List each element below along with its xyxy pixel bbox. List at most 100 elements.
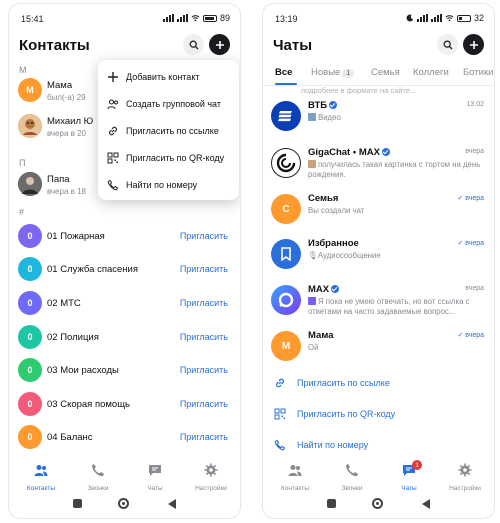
wifi-icon — [445, 15, 454, 22]
gigachat-logo-icon — [276, 153, 296, 173]
chat-name: ВТБ — [308, 100, 338, 111]
max-logo-icon — [278, 292, 294, 308]
avatar — [271, 148, 301, 178]
recents-button[interactable] — [73, 499, 82, 508]
chat-time: ✓ вчера — [457, 240, 484, 247]
contact-row[interactable]: 0 02 Полиция Пригласить — [9, 321, 240, 353]
chat-preview: Я пока не умею отвечать, но вот ссылка с… — [308, 297, 470, 316]
menu-item-invite-qr[interactable]: Пригласить по QR-коду — [98, 145, 239, 171]
chat-item[interactable]: GigaChat • MAX вчера получилась такая ка… — [263, 141, 494, 187]
chats-screen: 13:19 32 Чаты Все Новые 1 Семья Коллеги Б… — [262, 3, 495, 519]
contact-row[interactable]: 0 01 Служба спасения Пригласить — [9, 253, 240, 285]
menu-item-label: Создать групповой чат — [126, 99, 221, 109]
avatar — [271, 101, 301, 131]
status-bar: 13:19 32 — [263, 4, 494, 26]
menu-item-add-contact[interactable]: Добавить контакт — [98, 64, 239, 90]
back-button[interactable] — [168, 499, 176, 509]
nav-label: Контакты — [280, 485, 310, 492]
avatar: 0 — [18, 358, 42, 382]
section-letter: П — [19, 158, 26, 168]
partially-visible-text: подробнее в формате на сайте... — [301, 86, 417, 94]
chat-item[interactable]: Избранное ✓ вчера 🎙Аудиосообщение — [263, 232, 494, 278]
invite-button[interactable]: Пригласить — [180, 432, 228, 442]
invite-button[interactable]: Пригласить — [180, 231, 228, 241]
home-button[interactable] — [118, 498, 129, 509]
invite-qr-action[interactable]: Пригласить по QR-коду — [263, 403, 494, 425]
battery-icon — [456, 14, 471, 22]
tab-colleagues[interactable]: Коллеги — [413, 67, 449, 78]
invite-link-action[interactable]: Пригласить по ссылке — [263, 372, 494, 394]
qr-icon — [107, 152, 119, 164]
nav-chats[interactable]: 1 Чаты — [380, 460, 438, 492]
chat-filter-tabs: Все Новые 1 Семья Коллеги Ботики — [263, 64, 494, 86]
contact-row[interactable]: 0 03 Мои расходы Пригласить — [9, 354, 240, 386]
menu-item-find-by-number[interactable]: Найти по номеру — [98, 172, 239, 198]
app-header: Контакты — [19, 34, 230, 58]
contact-row[interactable]: 0 04 Баланс Пригласить — [9, 421, 240, 453]
contact-row[interactable]: 0 01 Пожарная Пригласить — [9, 220, 240, 252]
nav-calls[interactable]: Звонки — [69, 461, 127, 492]
menu-item-label: Добавить контакт — [126, 72, 200, 82]
search-icon — [443, 40, 452, 49]
nav-label: Звонки — [87, 485, 109, 492]
avatar: М — [271, 331, 301, 361]
nav-settings[interactable]: Настройки — [182, 461, 240, 492]
invite-button[interactable]: Пригласить — [180, 399, 228, 409]
chat-item[interactable]: MAX вчера Я пока не умею отвечать, но во… — [263, 278, 494, 324]
chat-item[interactable]: М Мама ✓ вчера Ой — [263, 324, 494, 370]
tab-bots[interactable]: Ботики — [463, 67, 493, 78]
add-button[interactable] — [209, 34, 230, 55]
tab-all[interactable]: Все — [275, 67, 292, 78]
menu-item-create-group[interactable]: Создать групповой чат — [98, 91, 239, 117]
tab-family[interactable]: Семья — [371, 67, 400, 78]
back-button[interactable] — [422, 499, 430, 509]
menu-item-invite-link[interactable]: Пригласить по ссылке — [98, 118, 239, 144]
nav-contacts[interactable]: Контакты — [12, 461, 70, 492]
verified-icon — [331, 285, 340, 293]
section-letter: # — [19, 207, 25, 217]
chat-name: Избранное — [308, 238, 359, 249]
unread-badge: 1 — [342, 69, 355, 78]
chat-item[interactable]: ВТБ 13:02 Видео — [263, 94, 494, 140]
home-button[interactable] — [372, 498, 383, 509]
contact-row[interactable]: 0 02 МТС Пригласить — [9, 287, 240, 319]
search-button[interactable] — [183, 34, 204, 55]
invite-button[interactable]: Пригласить — [180, 332, 228, 342]
tab-new[interactable]: Новые 1 — [311, 67, 355, 78]
contact-row[interactable]: 0 03 Скорая помощь Пригласить — [9, 388, 240, 420]
contacts-screen: 15:41 89 Контакты М М Мама был(-а) 29 Ми… — [8, 3, 241, 519]
contact-name: 01 Служба спасения — [47, 264, 138, 275]
invite-button[interactable]: Пригласить — [180, 365, 228, 375]
find-by-number-action[interactable]: Найти по номеру — [263, 434, 494, 456]
chat-name: Семья — [308, 193, 339, 204]
chat-item[interactable]: С Семья ✓ вчера Вы создали чат — [263, 187, 494, 233]
add-button[interactable] — [463, 34, 484, 55]
nav-label: Чаты — [147, 485, 163, 492]
nav-calls[interactable]: Звонки — [323, 461, 381, 492]
tab-label: Новые — [311, 67, 341, 78]
call-icon — [92, 464, 104, 477]
contact-last-seen: был(-а) 29 — [47, 93, 86, 102]
verified-icon — [381, 148, 390, 156]
nav-contacts[interactable]: Контакты — [266, 461, 324, 492]
signal-icon — [176, 14, 188, 22]
system-nav — [9, 496, 240, 512]
invite-button[interactable]: Пригласить — [180, 264, 228, 274]
contact-name: Мама — [47, 80, 73, 91]
verified-icon — [329, 101, 338, 109]
plus-icon — [108, 72, 118, 82]
nav-settings[interactable]: Настройки — [436, 461, 494, 492]
qr-icon — [274, 408, 286, 420]
chat-name: MAX — [308, 284, 340, 295]
recents-button[interactable] — [327, 499, 336, 508]
contact-name: 02 Полиция — [47, 332, 99, 343]
search-button[interactable] — [437, 34, 458, 55]
phone-icon — [107, 179, 119, 191]
media-thumbnail — [308, 160, 316, 168]
chat-time: ✓ вчера — [457, 332, 484, 339]
contact-last-seen: вчера в 20 — [47, 129, 86, 138]
invite-button[interactable]: Пригласить — [180, 298, 228, 308]
chat-preview: Ой — [308, 343, 319, 352]
nav-chats[interactable]: Чаты — [126, 461, 184, 492]
chat-name: Мама — [308, 330, 334, 341]
